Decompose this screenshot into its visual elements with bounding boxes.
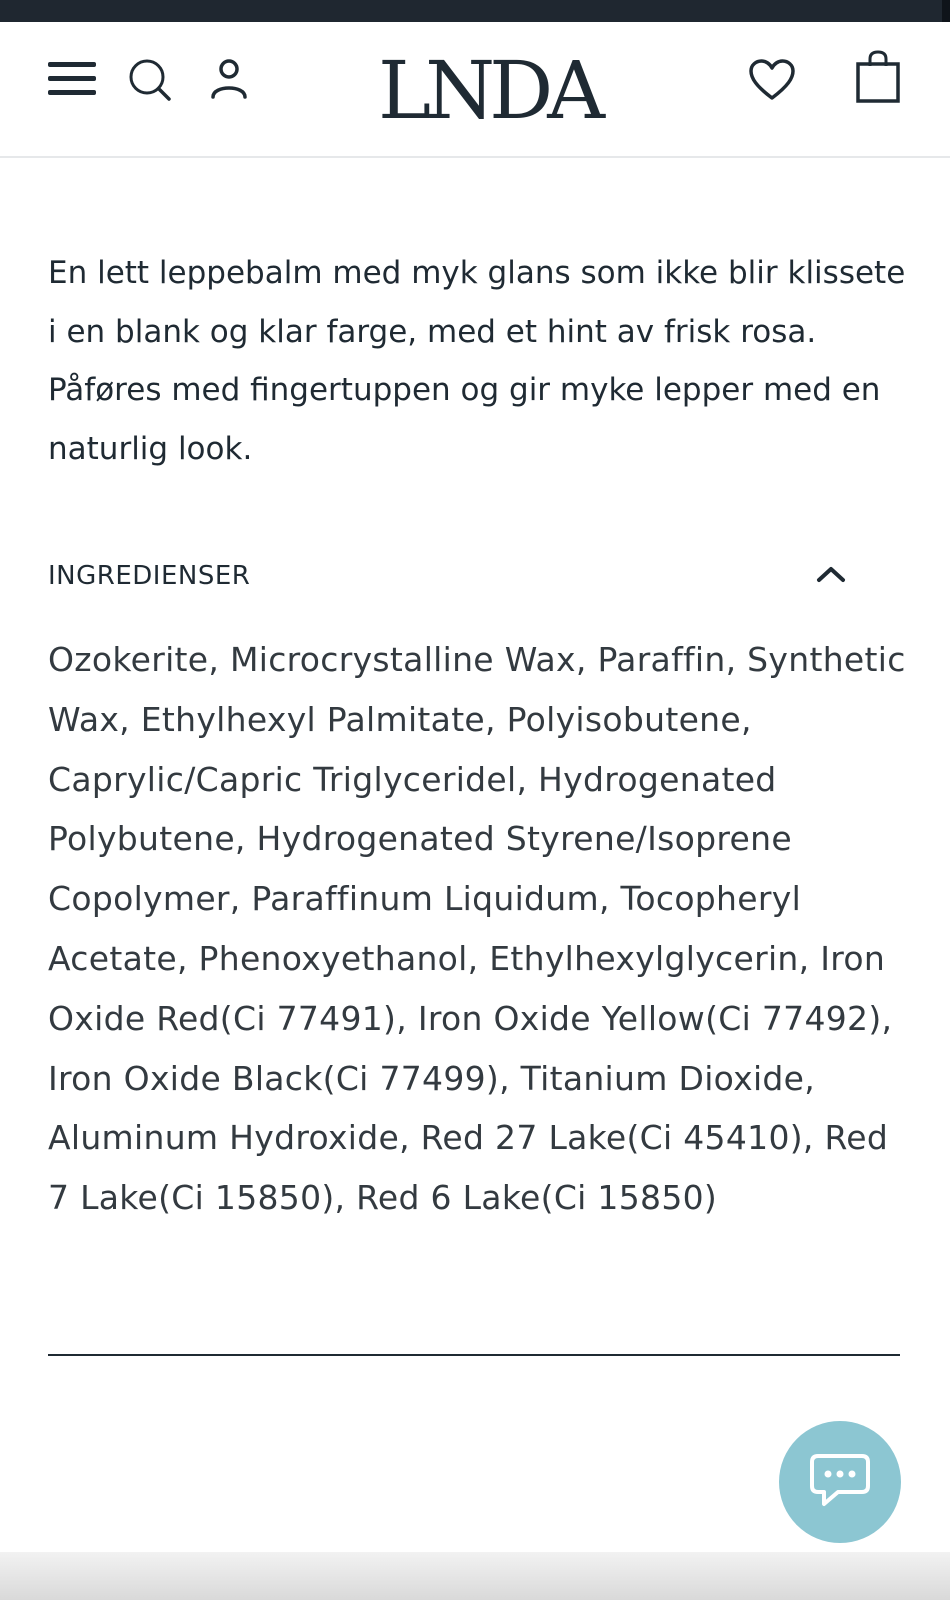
search-icon[interactable] bbox=[128, 58, 172, 102]
shopping-bag-icon[interactable] bbox=[856, 50, 900, 104]
product-description: En lett leppebalm med myk glans som ikke… bbox=[48, 255, 906, 467]
ingredients-accordion-toggle[interactable]: INGREDIENSER bbox=[48, 554, 848, 598]
chat-icon bbox=[808, 1452, 872, 1512]
product-description-section: En lett leppebalm med myk glans som ikke… bbox=[48, 244, 908, 478]
heart-icon[interactable] bbox=[748, 58, 796, 102]
bottom-bar bbox=[0, 1552, 950, 1600]
scroll-indicator bbox=[942, 0, 950, 22]
menu-icon[interactable] bbox=[48, 60, 96, 98]
divider bbox=[48, 1354, 900, 1356]
ingredients-list: Ozokerite, Microcrystalline Wax, Paraffi… bbox=[48, 640, 906, 1218]
site-header: LNDA bbox=[0, 22, 950, 158]
account-icon[interactable] bbox=[210, 58, 248, 100]
chat-button[interactable] bbox=[779, 1421, 901, 1543]
brand-logo[interactable]: LNDA bbox=[378, 50, 605, 132]
chevron-up-icon[interactable] bbox=[816, 564, 846, 588]
status-bar bbox=[0, 0, 950, 22]
accordion-title: INGREDIENSER bbox=[48, 561, 251, 591]
